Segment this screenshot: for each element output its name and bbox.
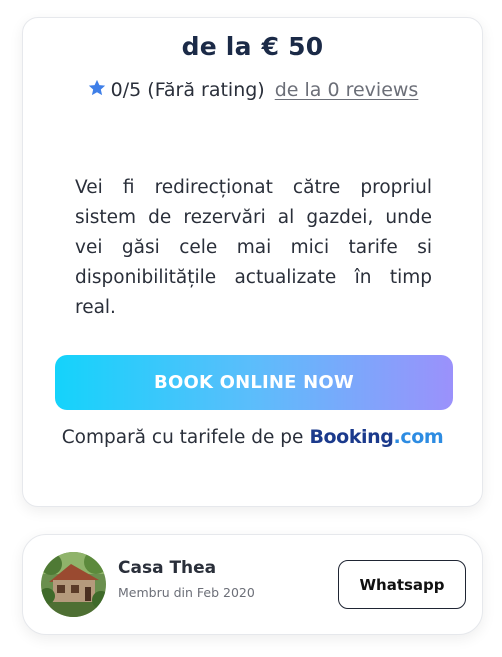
- compare-text: Compară cu tarifele de pe: [61, 427, 304, 448]
- avatar: [41, 552, 106, 617]
- reviews-link[interactable]: de la 0 reviews: [275, 79, 419, 101]
- booking-logo-part2: .com: [393, 426, 444, 448]
- rating-score: 0/5: [110, 79, 142, 101]
- compare-row: Compară cu tarifele de pe Booking.com: [23, 426, 482, 448]
- host-name: Casa Thea: [118, 558, 217, 578]
- member-since: Membru din Feb 2020: [118, 585, 255, 600]
- whatsapp-button[interactable]: Whatsapp: [338, 560, 466, 609]
- rating-row: 0/5 (Fără rating) de la 0 reviews: [23, 78, 482, 101]
- booking-logo[interactable]: Booking.com: [309, 426, 443, 448]
- book-online-button[interactable]: BOOK ONLINE NOW: [55, 355, 453, 410]
- price: de la € 50: [23, 32, 482, 61]
- redirect-description: Vei fi redirecționat către propriul sist…: [75, 177, 432, 318]
- rating-label: (Fără rating): [147, 79, 265, 101]
- star-icon: [88, 79, 105, 96]
- price-amount: € 50: [261, 32, 324, 61]
- booking-card: de la € 50 0/5 (Fără rating) de la 0 revie…: [22, 17, 483, 507]
- booking-logo-part1: Booking: [309, 426, 394, 448]
- house-photo: [41, 552, 106, 617]
- price-prefix: de la: [181, 32, 252, 61]
- host-card: Casa Thea Membru din Feb 2020 Whatsapp: [22, 534, 483, 635]
